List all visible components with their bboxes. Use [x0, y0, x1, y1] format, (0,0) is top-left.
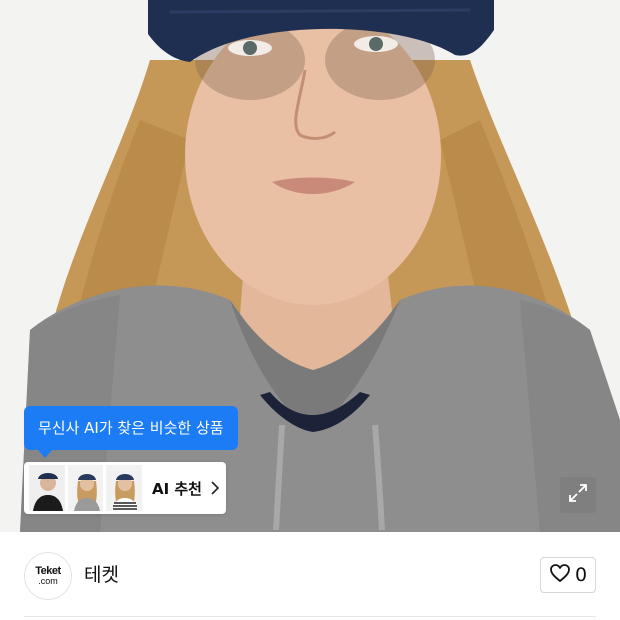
like-count: 0	[574, 564, 588, 586]
brand-logo[interactable]: Teket .com	[24, 552, 72, 600]
ai-recommend-label: AI 추천	[151, 479, 202, 498]
chevron-right-icon	[210, 481, 220, 495]
ai-recommend-thumbnail-2	[67, 465, 104, 511]
brand-name-link[interactable]: 테켓	[84, 562, 119, 588]
brand-row: Teket .com 테켓 0	[0, 532, 620, 620]
ai-recommend-thumbnail-3	[106, 465, 142, 511]
ai-similar-products-tooltip: 무신사 AI가 찾은 비슷한 상품	[24, 406, 238, 458]
product-photo	[0, 0, 620, 532]
ai-recommend-thumbnail-1	[29, 465, 65, 511]
like-button[interactable]: 0	[540, 557, 596, 593]
expand-icon	[567, 482, 589, 508]
brand-logo-subtext: .com	[38, 576, 58, 586]
expand-image-button[interactable]	[560, 477, 596, 513]
divider	[24, 616, 596, 617]
ai-recommend-button[interactable]: AI 추천	[24, 462, 226, 514]
heart-outline-icon	[549, 563, 571, 587]
product-image-area[interactable]: 무신사 AI가 찾은 비슷한 상품 AI 추천	[0, 0, 620, 532]
